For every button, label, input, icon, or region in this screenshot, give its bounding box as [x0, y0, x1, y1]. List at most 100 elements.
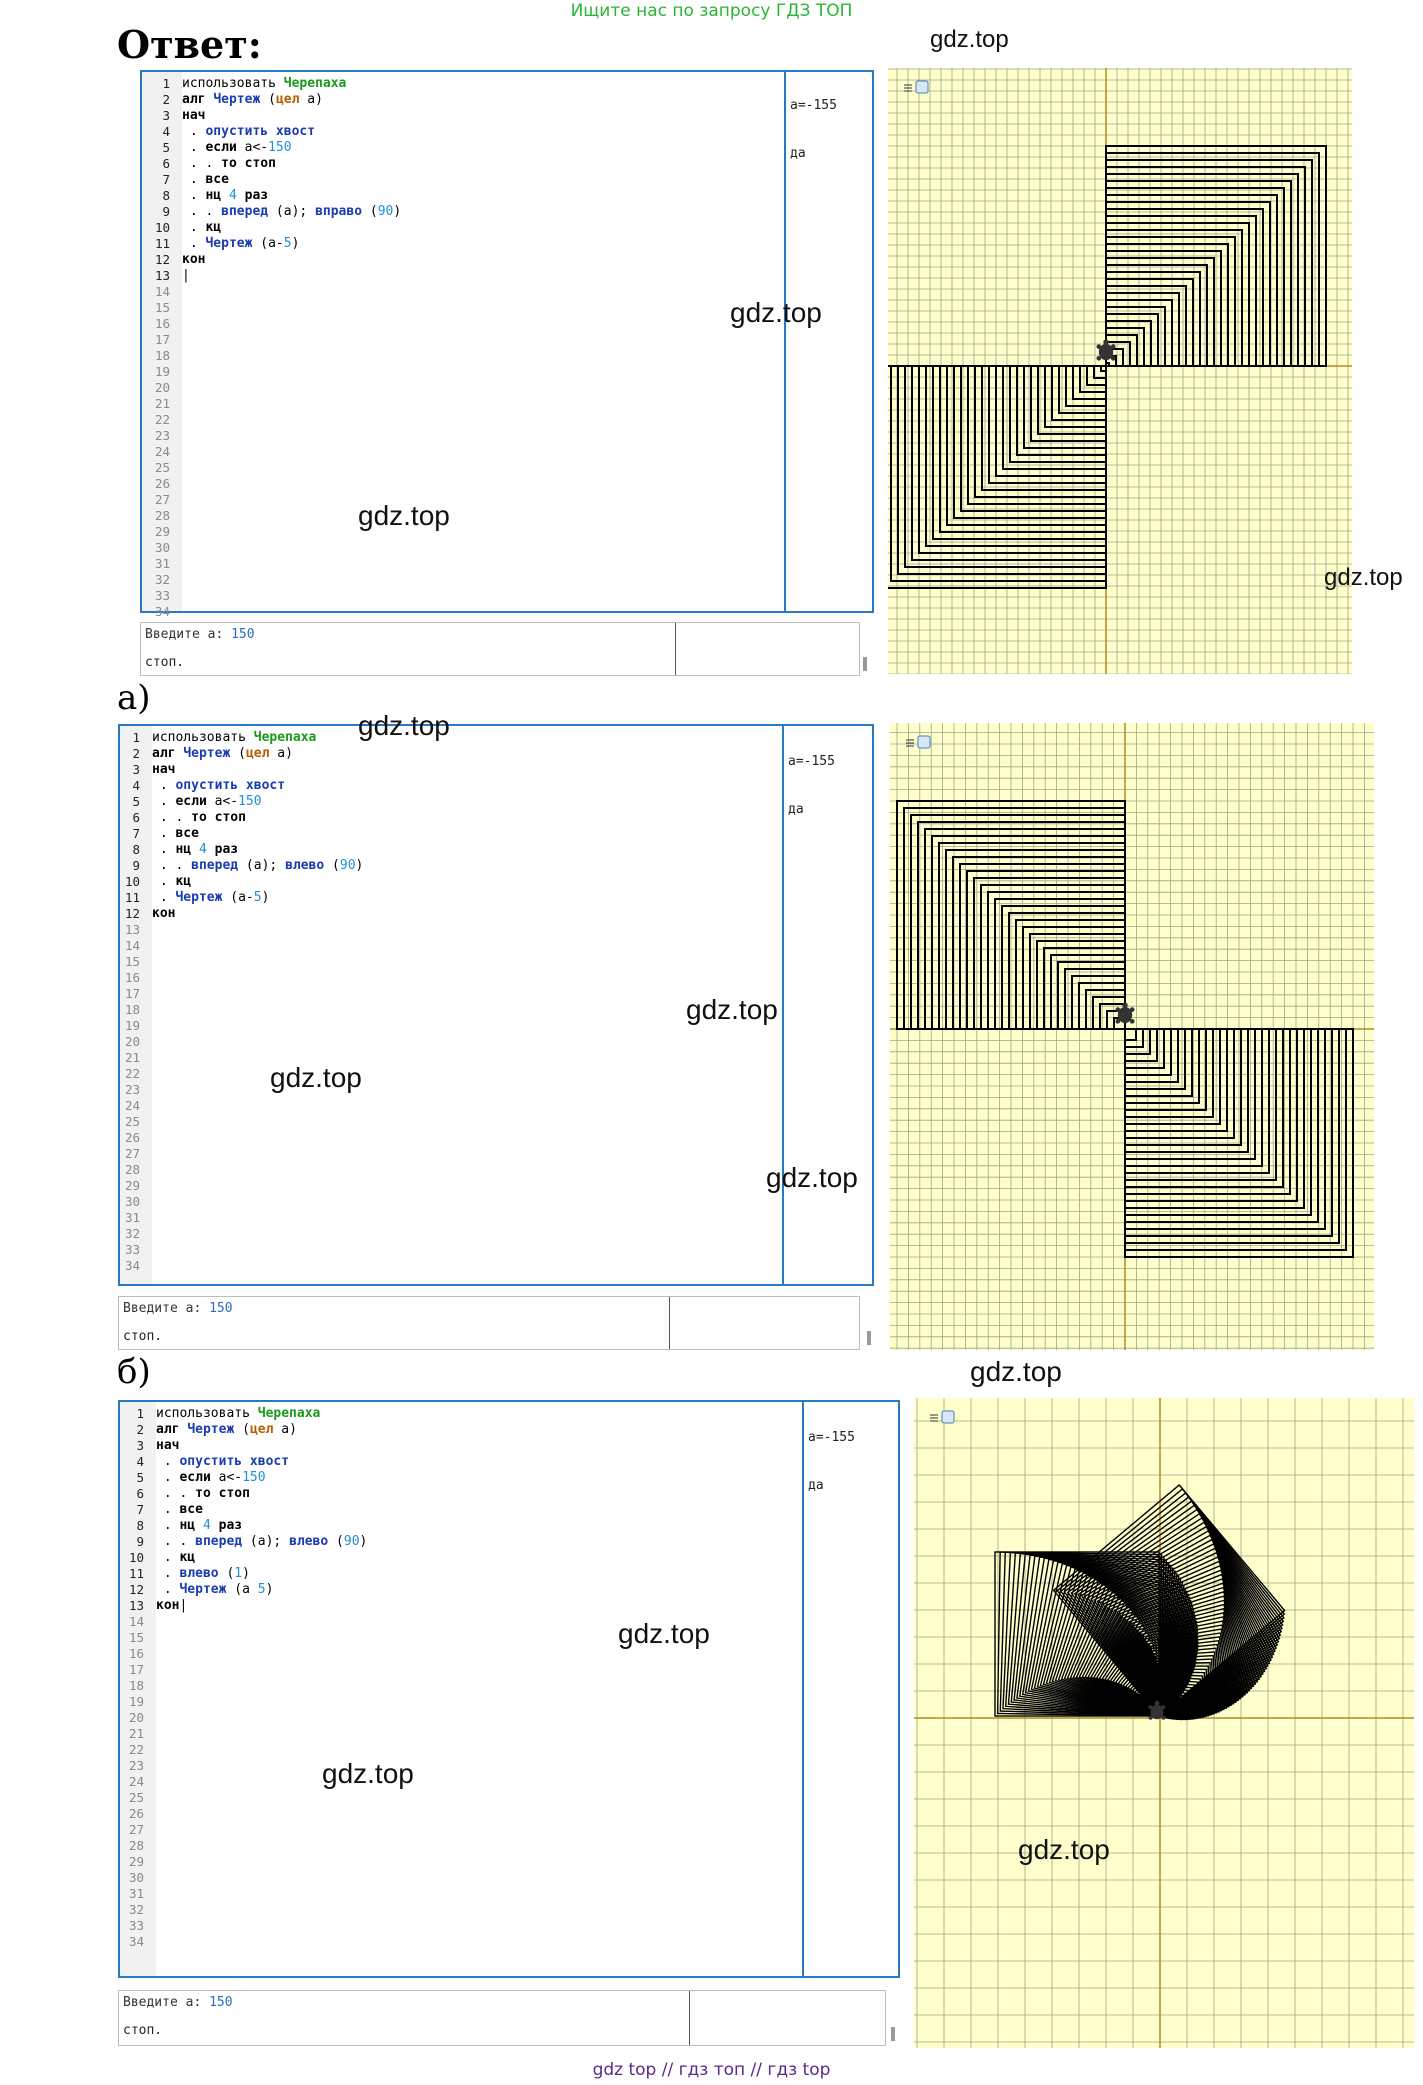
code-line[interactable]: 28 — [120, 1162, 363, 1178]
code-line[interactable]: 1 использовать Черепаха — [120, 1406, 367, 1422]
code-line[interactable]: 9 . . вперед (a); влево (90) — [120, 858, 363, 874]
code-line[interactable]: 13 — [120, 922, 363, 938]
code-area[interactable]: 1 использовать Черепаха 2 алг Чертеж (цел a… — [142, 76, 401, 620]
code-line[interactable]: 26 — [120, 1130, 363, 1146]
code-line[interactable]: 34 — [120, 1258, 363, 1274]
code-line[interactable]: 7 . все — [120, 1502, 367, 1518]
code-line[interactable]: 4 . опустить хвост — [120, 778, 363, 794]
code-line[interactable]: 16 — [120, 970, 363, 986]
code-line[interactable]: 32 — [142, 572, 401, 588]
resize-handle[interactable] — [867, 1331, 871, 1345]
code-line[interactable]: 17 — [142, 332, 401, 348]
code-line[interactable]: 24 — [120, 1098, 363, 1114]
code-line[interactable]: 7 . все — [142, 172, 401, 188]
code-line[interactable]: 12 кон — [142, 252, 401, 268]
code-line[interactable]: 20 — [120, 1710, 367, 1726]
code-line[interactable]: 21 — [142, 396, 401, 412]
code-line[interactable]: 11 . влево (1) — [120, 1566, 367, 1582]
input-console[interactable]: Введите a: 150 стоп. — [140, 622, 867, 676]
code-line[interactable]: 10 . кц — [120, 874, 363, 890]
code-line[interactable]: 4 . опустить хвост — [142, 124, 401, 140]
code-line[interactable]: 32 — [120, 1902, 367, 1918]
code-line[interactable]: 16 — [142, 316, 401, 332]
code-line[interactable]: 22 — [142, 412, 401, 428]
resize-handle[interactable] — [891, 2027, 895, 2041]
code-line[interactable]: 9 . . вперед (a); вправо (90) — [142, 204, 401, 220]
code-line[interactable]: 3 нач — [120, 1438, 367, 1454]
code-line[interactable]: 30 — [120, 1870, 367, 1886]
code-line[interactable]: 22 — [120, 1742, 367, 1758]
code-line[interactable]: 26 — [120, 1806, 367, 1822]
code-line[interactable]: 32 — [120, 1226, 363, 1242]
code-line[interactable]: 27 — [120, 1146, 363, 1162]
code-line[interactable]: 12 . Чертеж (a 5) — [120, 1582, 367, 1598]
code-line[interactable]: 15 — [142, 300, 401, 316]
code-line[interactable]: 13 | — [142, 268, 401, 284]
code-line[interactable]: 8 . нц 4 раз — [120, 1518, 367, 1534]
code-line[interactable]: 20 — [142, 380, 401, 396]
code-line[interactable]: 25 — [142, 460, 401, 476]
code-line[interactable]: 27 — [120, 1822, 367, 1838]
code-line[interactable]: 3 нач — [142, 108, 401, 124]
code-line[interactable]: 19 — [120, 1694, 367, 1710]
code-line[interactable]: 24 — [142, 444, 401, 460]
code-line[interactable]: 10 . кц — [142, 220, 401, 236]
input-console[interactable]: Введите a: 150 стоп. — [118, 1990, 895, 2046]
code-line[interactable]: 6 . . то стоп — [120, 810, 363, 826]
code-line[interactable]: 25 — [120, 1114, 363, 1130]
resize-handle[interactable] — [863, 657, 867, 671]
code-line[interactable]: 34 — [142, 604, 401, 620]
code-line[interactable]: 30 — [120, 1194, 363, 1210]
code-line[interactable]: 29 — [120, 1178, 363, 1194]
code-line[interactable]: 14 — [120, 1614, 367, 1630]
code-line[interactable]: 18 — [120, 1002, 363, 1018]
turtle-canvas[interactable] — [914, 1398, 1414, 2048]
code-line[interactable]: 18 — [120, 1678, 367, 1694]
code-line[interactable]: 2 алг Чертеж (цел a) — [120, 746, 363, 762]
code-line[interactable]: 8 . нц 4 раз — [142, 188, 401, 204]
code-line[interactable]: 14 — [120, 938, 363, 954]
code-line[interactable]: 1 использовать Черепаха — [120, 730, 363, 746]
code-line[interactable]: 5 . если a<- 150 — [120, 1470, 367, 1486]
code-line[interactable]: 18 — [142, 348, 401, 364]
code-line[interactable]: 34 — [120, 1934, 367, 1950]
code-line[interactable]: 15 — [120, 954, 363, 970]
code-line[interactable]: 8 . нц 4 раз — [120, 842, 363, 858]
code-line[interactable]: 25 — [120, 1790, 367, 1806]
code-line[interactable]: 26 — [142, 476, 401, 492]
code-line[interactable]: 33 — [142, 588, 401, 604]
code-line[interactable]: 11 . Чертеж (a- 5) — [142, 236, 401, 252]
code-line[interactable]: 6 . . то стоп — [120, 1486, 367, 1502]
code-line[interactable]: 33 — [120, 1918, 367, 1934]
code-line[interactable]: 4 . опустить хвост — [120, 1454, 367, 1470]
code-line[interactable]: 29 — [120, 1854, 367, 1870]
code-line[interactable]: 33 — [120, 1242, 363, 1258]
code-line[interactable]: 17 — [120, 1662, 367, 1678]
code-line[interactable]: 19 — [120, 1018, 363, 1034]
code-area[interactable]: 1 использовать Черепаха 2 алг Чертеж (цел a… — [120, 730, 363, 1274]
code-area[interactable]: 1 использовать Черепаха 2 алг Чертеж (цел a… — [120, 1406, 367, 1950]
code-line[interactable]: 31 — [142, 556, 401, 572]
code-line[interactable]: 9 . . вперед (a); влево (90) — [120, 1534, 367, 1550]
code-editor[interactable]: 1 использовать Черепаха 2 алг Чертеж (цел a… — [140, 70, 874, 619]
code-line[interactable]: 23 — [142, 428, 401, 444]
input-console[interactable]: Введите a: 150 стоп. — [118, 1296, 871, 1350]
code-line[interactable]: 2 алг Чертеж (цел a) — [120, 1422, 367, 1438]
code-line[interactable]: 30 — [142, 540, 401, 556]
code-line[interactable]: 6 . . то стоп — [142, 156, 401, 172]
code-line[interactable]: 31 — [120, 1210, 363, 1226]
code-line[interactable]: 19 — [142, 364, 401, 380]
code-line[interactable]: 3 нач — [120, 762, 363, 778]
code-line[interactable]: 20 — [120, 1034, 363, 1050]
code-line[interactable]: 11 . Чертеж (a- 5) — [120, 890, 363, 906]
code-line[interactable]: 13 кон | — [120, 1598, 367, 1614]
code-line[interactable]: 28 — [120, 1838, 367, 1854]
code-line[interactable]: 5 . если a<- 150 — [120, 794, 363, 810]
code-line[interactable]: 12 кон — [120, 906, 363, 922]
code-line[interactable]: 15 — [120, 1630, 367, 1646]
code-line[interactable]: 14 — [142, 284, 401, 300]
code-line[interactable]: 10 . кц — [120, 1550, 367, 1566]
code-line[interactable]: 16 — [120, 1646, 367, 1662]
code-line[interactable]: 31 — [120, 1886, 367, 1902]
code-line[interactable]: 17 — [120, 986, 363, 1002]
